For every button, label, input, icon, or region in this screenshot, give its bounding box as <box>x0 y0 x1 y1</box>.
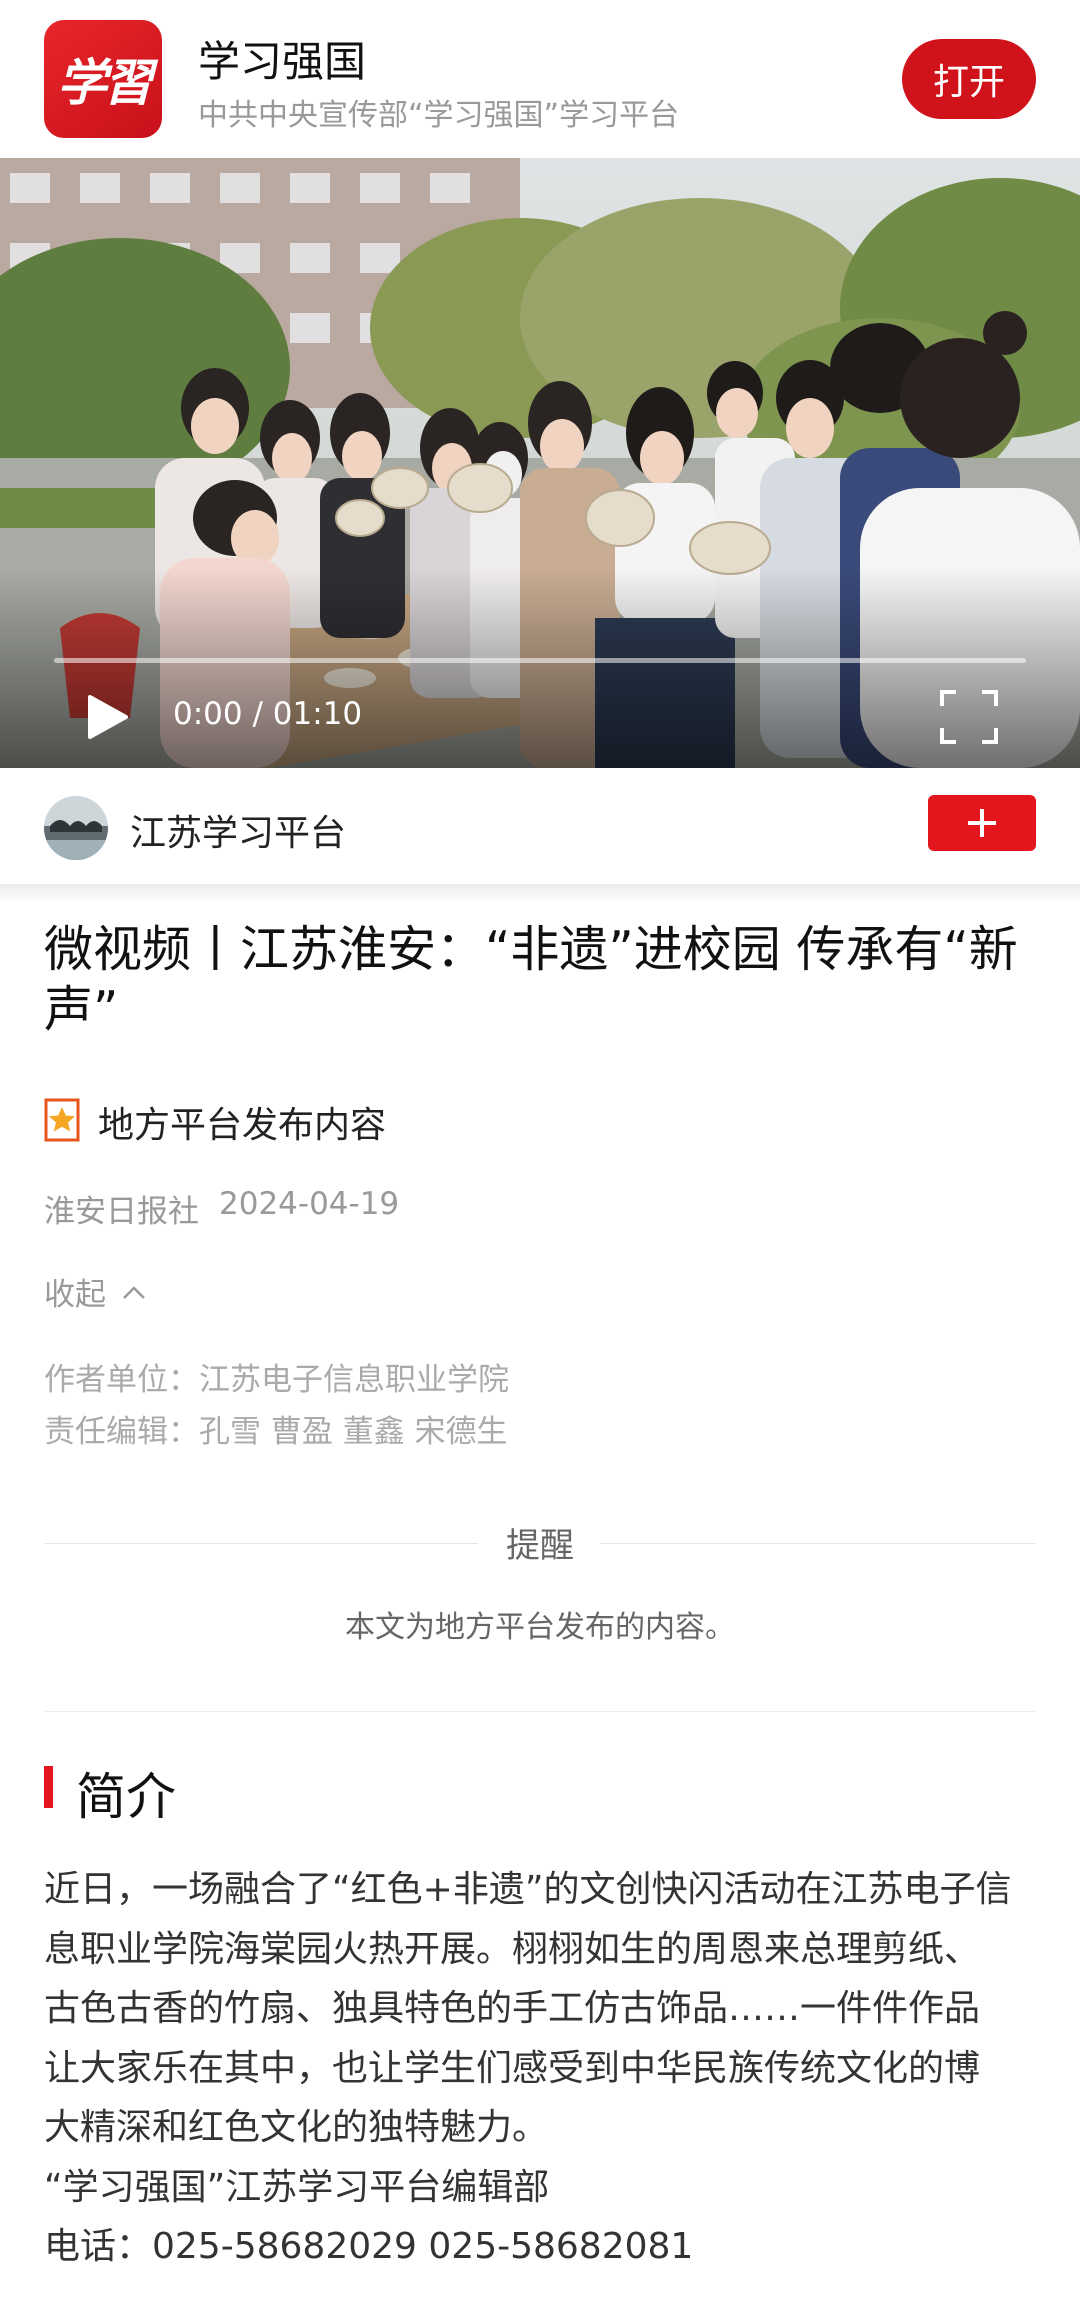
app-logo: 学習 <box>44 20 162 138</box>
section-rule <box>44 1711 1036 1712</box>
local-platform-badge-icon <box>44 1098 80 1142</box>
section-divider <box>0 884 1080 900</box>
video-controls-shade <box>0 568 1080 768</box>
intro-line: “学习强国”江苏学习平台编辑部 <box>44 2166 550 2208</box>
collapse-label: 收起 <box>44 1277 106 1313</box>
intro-body: 近日，一场融合了“红色+非遗”的文创快闪活动在江苏电子信 息职业学院海棠园火热开… <box>44 1860 1044 2277</box>
channel-name[interactable]: 江苏学习平台 <box>130 804 346 856</box>
video-player[interactable]: 0:00 / 01:10 <box>0 158 1080 768</box>
collapse-toggle[interactable]: 收起 <box>44 1269 148 1314</box>
play-icon[interactable] <box>82 691 132 743</box>
channel-avatar[interactable] <box>44 796 108 860</box>
intro-line: 息职业学院海棠园火热开展。栩栩如生的周恩来总理剪纸、 <box>44 1928 981 1970</box>
app-subtitle: 中共中央宣传部“学习强国”学习平台 <box>198 98 680 133</box>
app-download-banner: 学習 学习强国 中共中央宣传部“学习强国”学习平台 打开 <box>0 0 1080 159</box>
video-time-display: 0:00 / 01:10 <box>173 696 363 732</box>
intro-line: 古色古香的竹扇、独具特色的手工仿古饰品……一件件作品 <box>44 1988 981 2029</box>
fullscreen-icon[interactable] <box>938 688 1000 746</box>
publisher-name: 淮安日报社 <box>44 1194 199 1230</box>
video-progress-bar[interactable] <box>54 658 1026 663</box>
source-label: 地方平台发布内容 <box>98 1105 387 1146</box>
intro-line: 电话：025-58682029 025-58682081 <box>44 2226 694 2267</box>
intro-line: 大精深和红色文化的独特魅力。 <box>44 2107 549 2148</box>
notice-rule-right <box>600 1543 1036 1544</box>
intro-accent-bar <box>44 1766 53 1808</box>
responsible-editors: 责任编辑：孔雪 曹盈 董鑫 宋德生 <box>44 1414 508 1450</box>
intro-line: 近日，一场融合了“红色+非遗”的文创快闪活动在江苏电子信 <box>44 1869 1012 1910</box>
chevron-up-icon <box>123 1285 145 1299</box>
publish-date: 2024-04-19 <box>219 1186 400 1222</box>
author-unit: 作者单位：江苏电子信息职业学院 <box>44 1362 509 1398</box>
open-app-button[interactable]: 打开 <box>902 39 1036 119</box>
plus-icon <box>968 809 996 837</box>
intro-line: 让大家乐在其中，也让学生们感受到中华民族传统文化的博 <box>44 2047 981 2089</box>
follow-button[interactable] <box>928 795 1036 851</box>
app-name: 学习强国 <box>198 37 367 86</box>
channel-row[interactable]: 江苏学习平台 <box>0 768 1080 884</box>
article-title: 微视频丨江苏淮安：“非遗”进校园 传承有“新声” <box>44 921 1018 1038</box>
notice-text: 本文为地方平台发布的内容。 <box>345 1610 735 1645</box>
intro-heading: 简介 <box>76 1768 176 1826</box>
